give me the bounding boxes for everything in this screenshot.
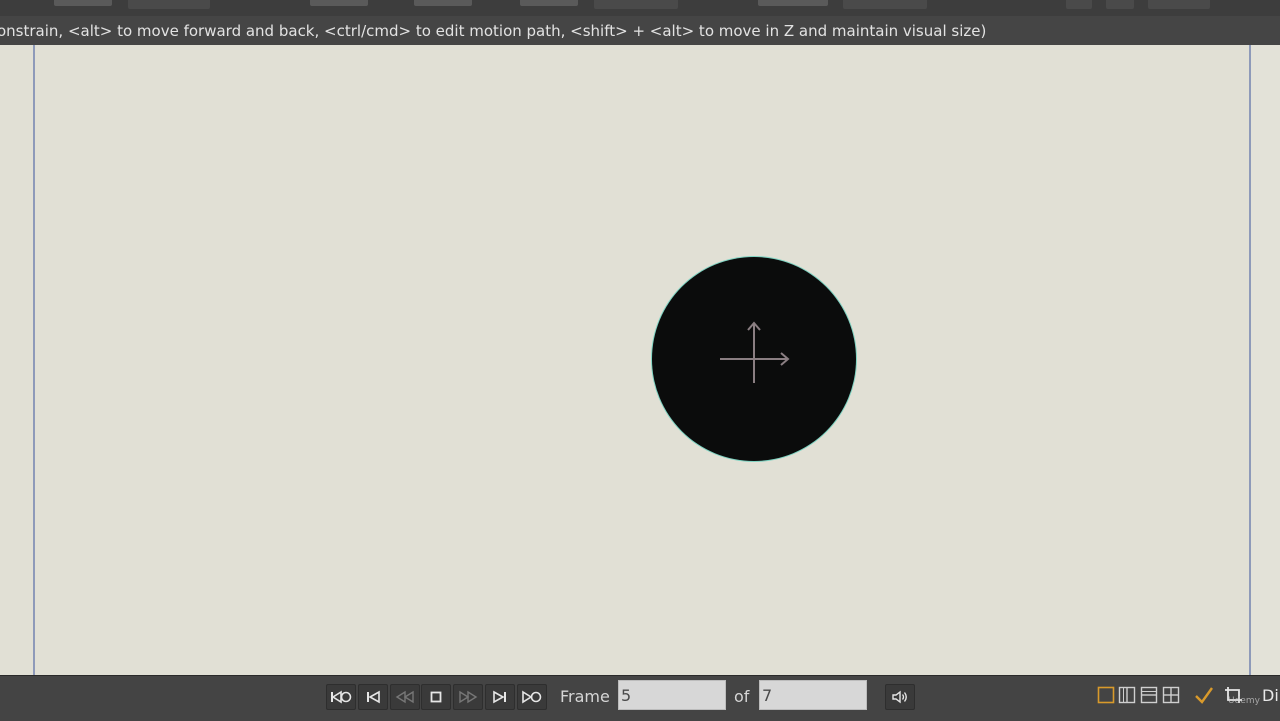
- toolbar-button[interactable]: [843, 0, 927, 9]
- of-label: of: [734, 687, 750, 706]
- toolbar-button[interactable]: [310, 0, 368, 6]
- total-frames-input[interactable]: [759, 680, 867, 710]
- truncated-menu-label[interactable]: Di: [1262, 686, 1279, 705]
- speaker-icon: [892, 690, 907, 704]
- forward-to-end-button[interactable]: [517, 684, 547, 710]
- forward-end-icon: [522, 690, 542, 704]
- play-forward-button[interactable]: [453, 684, 483, 710]
- toolbar-button[interactable]: [128, 0, 210, 9]
- step-back-icon: [367, 690, 380, 704]
- current-frame-input[interactable]: [618, 680, 726, 710]
- previous-keyframe-button[interactable]: [358, 684, 388, 710]
- four-views-icon[interactable]: [1162, 686, 1180, 704]
- stop-icon: [430, 691, 442, 703]
- toolbar-button[interactable]: [1106, 0, 1134, 9]
- play-forward-icon: [459, 690, 478, 704]
- playback-bar: Frame of Di: [0, 675, 1280, 721]
- rewind-start-icon: [331, 690, 352, 704]
- toolbar-button[interactable]: [414, 0, 472, 6]
- checkmark-icon[interactable]: [1194, 686, 1214, 704]
- move-manipulator-icon[interactable]: [712, 315, 796, 391]
- toolbar-button[interactable]: [758, 0, 828, 6]
- top-toolbar: [0, 0, 1280, 16]
- play-backward-button[interactable]: [390, 684, 420, 710]
- udemy-watermark: Udemy: [1228, 696, 1260, 706]
- toolbar-button[interactable]: [520, 0, 578, 6]
- split-horizontal-icon[interactable]: [1140, 686, 1158, 704]
- single-view-icon[interactable]: [1097, 686, 1115, 704]
- audio-button[interactable]: [885, 684, 915, 710]
- stop-button[interactable]: [421, 684, 451, 710]
- viewport-stage[interactable]: [0, 45, 1280, 675]
- play-backward-icon: [395, 690, 414, 704]
- frame-label: Frame: [560, 687, 610, 706]
- two-views-icon[interactable]: [1118, 686, 1136, 704]
- toolbar-button[interactable]: [1066, 0, 1092, 9]
- toolbar-button[interactable]: [594, 0, 678, 9]
- stage-left-border: [33, 45, 35, 675]
- help-line: onstrain, <alt> to move forward and back…: [0, 16, 1280, 46]
- toolbar-button[interactable]: [54, 0, 112, 6]
- step-forward-icon: [493, 690, 506, 704]
- toolbar-button[interactable]: [1148, 0, 1210, 9]
- rewind-to-start-button[interactable]: [326, 684, 356, 710]
- next-keyframe-button[interactable]: [485, 684, 515, 710]
- stage-right-margin: [1251, 45, 1280, 675]
